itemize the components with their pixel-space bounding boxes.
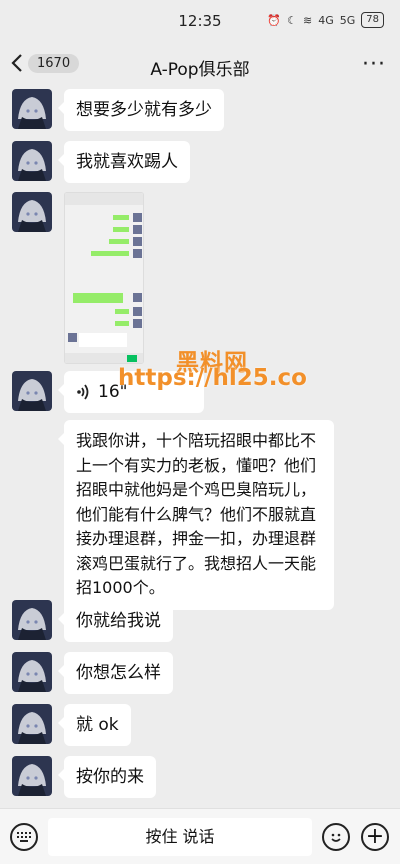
message-row: 你就给我说 — [12, 600, 173, 642]
avatar[interactable] — [12, 756, 52, 796]
moon-icon: ☾ — [287, 13, 297, 27]
battery-icon: 78 — [361, 12, 384, 28]
emoji-icon — [331, 833, 341, 842]
status-icons: ⏰ ☾ ≋ 4G 5G 78 — [267, 12, 384, 28]
avatar[interactable] — [12, 192, 52, 232]
keyboard-toggle-button[interactable] — [10, 823, 38, 851]
signal-5g-label: 5G — [339, 13, 356, 27]
avatar[interactable] — [12, 141, 52, 181]
hold-to-talk-button[interactable]: 按住 说话 — [48, 818, 312, 856]
wifi-icon: ≋ — [302, 13, 313, 27]
message-row: 就 ok — [12, 704, 131, 746]
message-bubble[interactable]: 我就喜欢踢人 — [58, 141, 190, 183]
message-bubble[interactable]: 我跟你讲，十个陪玩招眼中都比不上一个有实力的老板，懂吧？他们招眼中就他妈是个鸡巴… — [58, 420, 334, 610]
avatar[interactable] — [12, 600, 52, 640]
avatar[interactable] — [12, 704, 52, 744]
voice-wave-icon — [77, 384, 89, 400]
signal-4g-label: 4G — [318, 13, 334, 27]
message-row — [12, 192, 144, 364]
avatar[interactable] — [12, 652, 52, 692]
message-row: 我跟你讲，十个陪玩招眼中都比不上一个有实力的老板，懂吧？他们招眼中就他妈是个鸡巴… — [12, 420, 334, 610]
watermark-url: https://hl25.co — [118, 365, 307, 391]
message-bubble[interactable]: 你就给我说 — [58, 600, 173, 642]
plus-button[interactable]: + — [361, 823, 389, 851]
more-options-button[interactable]: ··· — [362, 52, 386, 77]
message-row: 按你的来 — [12, 756, 156, 798]
keyboard-icon — [17, 832, 31, 842]
emoji-button[interactable] — [322, 823, 350, 851]
avatar[interactable] — [12, 371, 52, 411]
message-row: 你想怎么样 — [12, 652, 173, 694]
message-row: 想要多少就有多少 — [12, 89, 224, 131]
message-row: 我就喜欢踢人 — [12, 141, 190, 183]
chat-header: 1670 A-Pop俱乐部 ··· — [0, 44, 400, 88]
chat-title: A-Pop俱乐部 — [150, 60, 250, 80]
message-bubble[interactable]: 想要多少就有多少 — [58, 89, 224, 131]
avatar[interactable] — [12, 89, 52, 129]
input-bar: 按住 说话 + — [0, 808, 400, 864]
message-bubble[interactable]: 你想怎么样 — [58, 652, 173, 694]
alarm-icon: ⏰ — [267, 13, 282, 27]
image-message[interactable] — [64, 192, 144, 364]
chat-screenshot-image — [65, 193, 143, 363]
message-bubble[interactable]: 按你的来 — [58, 756, 156, 798]
message-bubble[interactable]: 就 ok — [58, 704, 131, 746]
status-bar: 12:35 ⏰ ☾ ≋ 4G 5G 78 — [0, 0, 400, 40]
